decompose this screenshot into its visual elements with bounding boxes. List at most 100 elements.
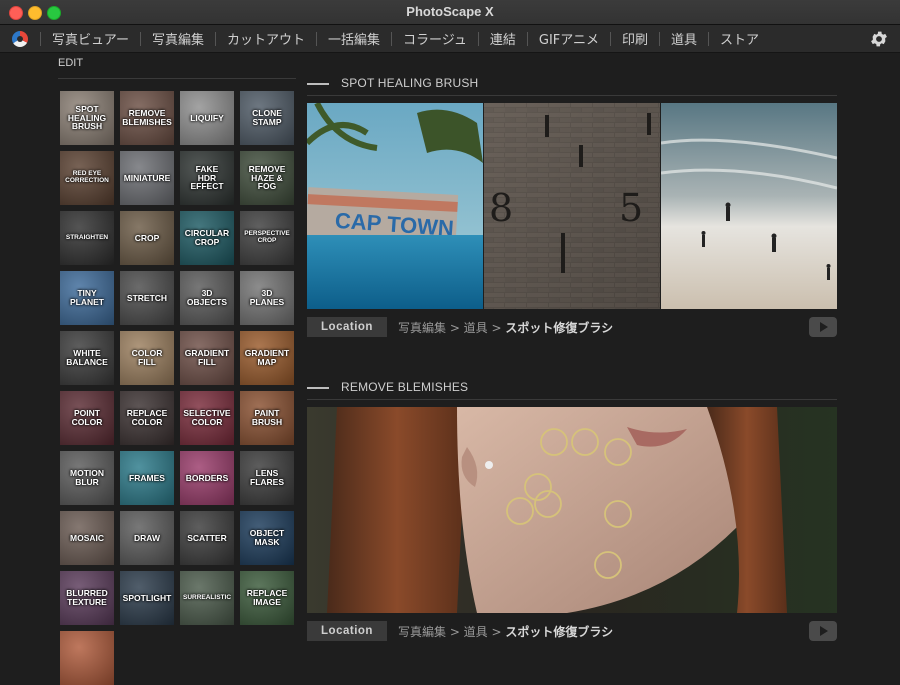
spot-healing-photos: CAP TOWN 8 5 (307, 103, 837, 309)
tool-label: GRADIENT FILL (184, 348, 230, 367)
spot-healing-example-image: CAP TOWN 8 5 (307, 103, 837, 309)
tool-label: POINT COLOR (71, 408, 103, 427)
tool-tile[interactable]: STRETCH (120, 271, 174, 325)
tool-tile[interactable]: FAKE HDR EFFECT (180, 151, 234, 205)
tool-label: SPOTLIGHT (122, 592, 172, 603)
menu-item-tools[interactable]: 道具 (662, 29, 706, 48)
tool-label: FAKE HDR EFFECT (190, 163, 224, 192)
location-path-tool: スポット修復ブラシ (505, 321, 614, 335)
tool-tile[interactable]: SURREALISTIC (180, 571, 234, 625)
section-divider (307, 399, 837, 400)
tool-label: LIQUIFY (190, 112, 224, 123)
location-button[interactable]: Location (307, 621, 387, 641)
menu-item-gif-animation[interactable]: GIFアニメ (530, 29, 608, 48)
title-bar: PhotoScape X (0, 0, 900, 25)
menu-separator (40, 31, 41, 46)
tool-tile[interactable]: FRAMES (120, 451, 174, 505)
tool-tile[interactable]: MINIATURE (120, 151, 174, 205)
tool-tile[interactable]: SCATTER (180, 511, 234, 565)
tool-tile[interactable]: PERSPECTIVE CROP (240, 211, 294, 265)
tool-tile[interactable]: 3D OBJECTS (180, 271, 234, 325)
menu-separator (610, 31, 612, 46)
tool-tile[interactable]: POINT COLOR (60, 391, 114, 445)
tool-tile[interactable]: COLOR FILL (120, 331, 174, 385)
wall-number-8: 8 (489, 186, 513, 230)
tool-label: CROP (134, 232, 160, 243)
tool-tile[interactable]: STRAIGHTEN (60, 211, 114, 265)
tool-label: PERSPECTIVE CROP (244, 230, 290, 244)
location-path-prefix: 写真編集 > 道具 > (398, 321, 506, 335)
play-icon[interactable] (809, 621, 837, 641)
menu-separator (659, 31, 661, 46)
tool-label: MOSAIC (70, 532, 104, 543)
menu-item-collage[interactable]: コラージュ (394, 29, 476, 48)
tool-tile[interactable]: SPOT HEALING BRUSH (60, 91, 114, 145)
location-button[interactable]: Location (307, 317, 387, 337)
beach (661, 103, 837, 309)
tool-label: REMOVE HAZE & FOG (248, 163, 286, 192)
tool-label: SCATTER (187, 532, 227, 543)
tool-tile[interactable]: LENS FLARES (240, 451, 294, 505)
menu-item-batch[interactable]: 一括編集 (319, 29, 389, 48)
location-path-prefix: 写真編集 > 道具 > (398, 625, 506, 639)
tool-tile[interactable]: CLONE STAMP (240, 91, 294, 145)
gear-icon[interactable] (869, 29, 889, 49)
menu-separator (708, 31, 710, 46)
tool-tile[interactable]: DRAW (120, 511, 174, 565)
tool-label: COLOR FILL (131, 348, 163, 367)
tool-label: OBJECT MASK (249, 528, 285, 547)
tool-tile[interactable]: 3D PLANES (240, 271, 294, 325)
tool-label: REMOVE BLEMISHES (122, 108, 172, 127)
tool-label: 3D PLANES (249, 288, 285, 307)
tool-tile[interactable]: OBJECT MASK (240, 511, 294, 565)
menu-separator (214, 31, 216, 46)
tool-tile[interactable]: CROP (120, 211, 174, 265)
tool-tile[interactable]: REPLACE COLOR (120, 391, 174, 445)
mode-menu: 写真ビュアー 写真編集 カットアウト 一括編集 コラージュ 連結 GIFアニメ … (38, 25, 768, 52)
tool-tile[interactable]: MOSAIC (60, 511, 114, 565)
tool-label: TINY PLANET (70, 288, 104, 307)
section-header-spot-healing: SPOT HEALING BRUSH (307, 76, 837, 96)
tool-tile[interactable]: TINY PLANET (60, 271, 114, 325)
menu-item-combine[interactable]: 連結 (481, 29, 525, 48)
menu-item-photo-viewer[interactable]: 写真ビュアー (43, 29, 138, 48)
tool-tile[interactable]: REMOVE HAZE & FOG (240, 151, 294, 205)
photoscape-logo-icon[interactable] (12, 31, 28, 47)
window-title: PhotoScape X (406, 4, 494, 19)
tool-tile[interactable]: SPOTLIGHT (120, 571, 174, 625)
tool-tile[interactable]: GRADIENT FILL (180, 331, 234, 385)
tool-tile[interactable]: GRADIENT MAP (240, 331, 294, 385)
tool-tile[interactable] (60, 631, 114, 685)
tool-label: BLURRED TEXTURE (66, 588, 108, 607)
menu-item-cut-out[interactable]: カットアウト (218, 29, 314, 48)
menu-item-store[interactable]: ストア (711, 29, 768, 48)
tool-tile[interactable]: REPLACE IMAGE (240, 571, 294, 625)
blemishes-photo (307, 407, 837, 613)
wall-mark (647, 113, 651, 135)
menu-item-photo-editor[interactable]: 写真編集 (143, 29, 213, 48)
tool-label: RED EYE CORRECTION (65, 170, 109, 184)
tool-label: DRAW (134, 532, 160, 543)
tool-tile[interactable]: BORDERS (180, 451, 234, 505)
tool-tile[interactable]: LIQUIFY (180, 91, 234, 145)
tool-label: MOTION BLUR (70, 468, 104, 487)
tool-label: REPLACE IMAGE (246, 588, 288, 607)
tool-tile[interactable]: RED EYE CORRECTION (60, 151, 114, 205)
tool-tile[interactable]: BLURRED TEXTURE (60, 571, 114, 625)
tool-tile[interactable]: MOTION BLUR (60, 451, 114, 505)
menu-item-print[interactable]: 印刷 (613, 29, 657, 48)
menu-separator (391, 31, 393, 46)
tool-label: FRAMES (129, 472, 165, 483)
play-icon[interactable] (809, 317, 837, 337)
tool-label: BORDERS (185, 472, 229, 483)
location-path-tool: スポット修復ブラシ (505, 625, 614, 639)
tool-label: CLONE STAMP (252, 108, 282, 127)
tool-tile[interactable]: REMOVE BLEMISHES (120, 91, 174, 145)
location-bar-spot-healing: Location 写真編集 > 道具 > スポット修復ブラシ (307, 317, 837, 339)
section-dash (307, 387, 329, 389)
tool-tile[interactable]: WHITE BALANCE (60, 331, 114, 385)
tool-tile[interactable]: SELECTIVE COLOR (180, 391, 234, 445)
tool-tile[interactable]: PAINT BRUSH (240, 391, 294, 445)
tool-tile[interactable]: CIRCULAR CROP (180, 211, 234, 265)
tool-label: PAINT BRUSH (251, 408, 283, 427)
